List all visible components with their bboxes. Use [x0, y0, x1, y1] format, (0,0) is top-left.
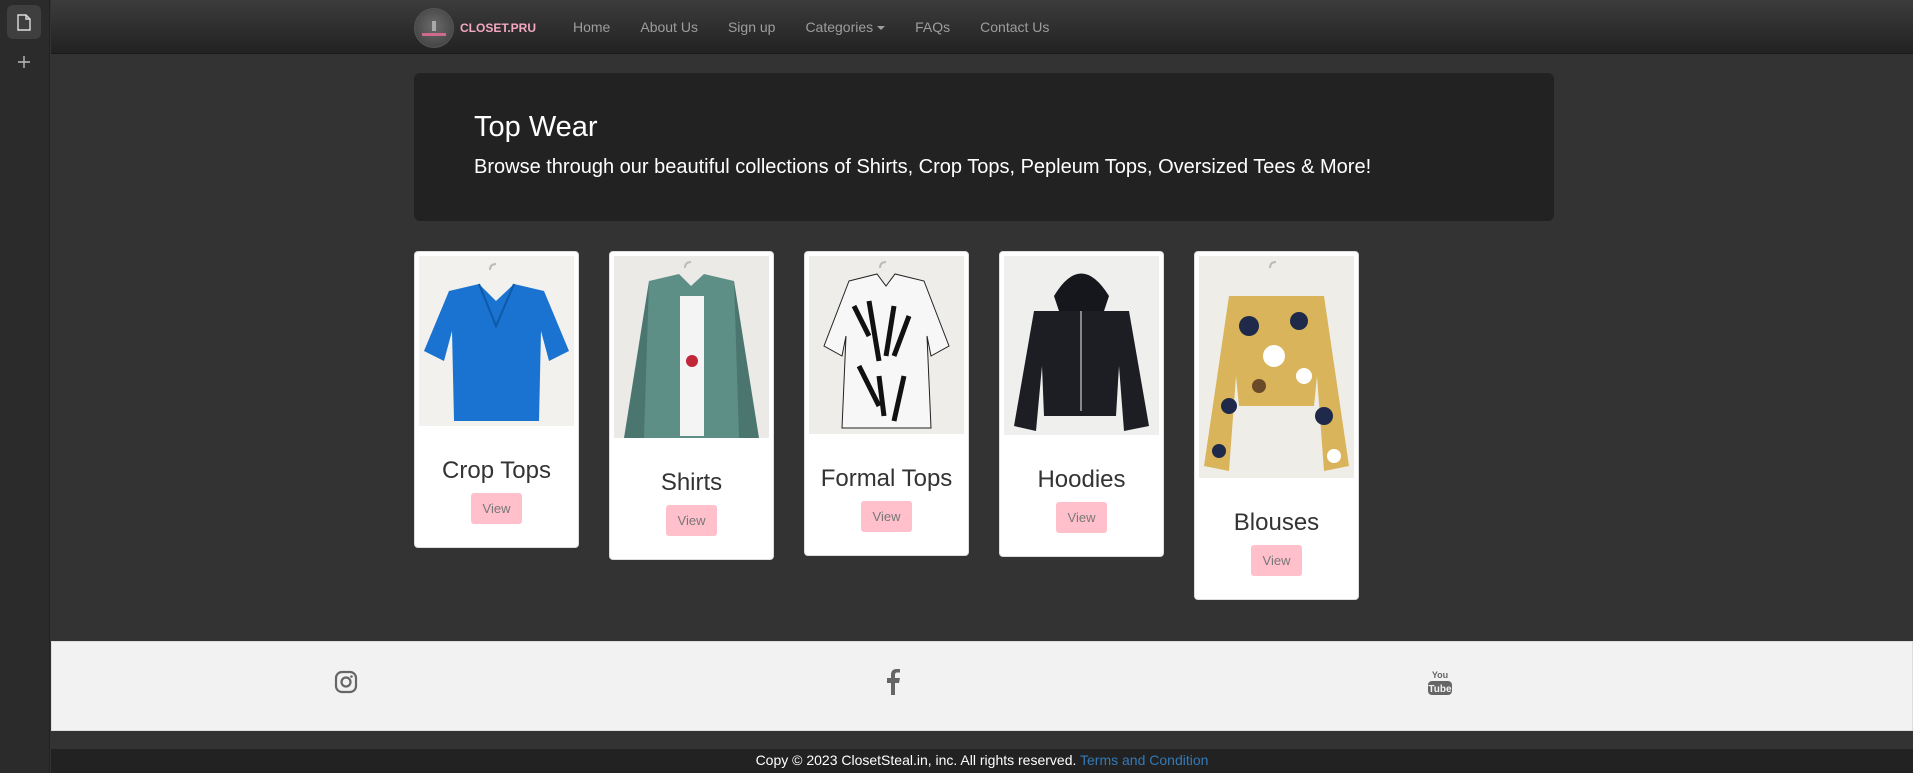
- blouse-image: [1199, 256, 1354, 478]
- main-nav: Home About Us Sign up Categories FAQs Co…: [558, 0, 1064, 54]
- app-sidebar: [0, 0, 50, 773]
- nav-about-us[interactable]: About Us: [625, 19, 713, 35]
- brand[interactable]: CLOSET.PRU: [414, 8, 536, 48]
- brand-logo: [414, 8, 454, 48]
- category-card-hoodies: Hoodies View: [999, 251, 1164, 557]
- nav-sign-up[interactable]: Sign up: [713, 19, 790, 35]
- nav-contact-us[interactable]: Contact Us: [965, 19, 1064, 35]
- card-title: Formal Tops: [820, 465, 953, 492]
- page-icon[interactable]: [7, 5, 41, 39]
- nav-faqs[interactable]: FAQs: [900, 19, 965, 35]
- svg-text:You: You: [1432, 670, 1448, 680]
- view-button[interactable]: View: [470, 493, 523, 524]
- category-card-shirts: Shirts View: [609, 251, 774, 560]
- page-title: Top Wear: [474, 111, 598, 143]
- card-title: Hoodies: [1037, 466, 1126, 493]
- caret-down-icon: [877, 26, 886, 31]
- shirt-image: [614, 256, 769, 438]
- category-card-blouses: Blouses View: [1194, 251, 1359, 600]
- hero-banner: Top Wear Browse through our beautiful co…: [414, 73, 1554, 221]
- hoodie-image: [1004, 256, 1159, 435]
- instagram-icon[interactable]: [332, 667, 360, 697]
- card-title: Blouses: [1233, 509, 1320, 536]
- view-button[interactable]: View: [1055, 502, 1108, 533]
- top-navbar: CLOSET.PRU Home About Us Sign up Categor…: [51, 0, 1913, 54]
- card-title: Shirts: [660, 469, 723, 496]
- view-button[interactable]: View: [665, 505, 718, 536]
- nav-categories-label: Categories: [805, 19, 874, 35]
- add-icon[interactable]: [7, 45, 41, 79]
- svg-text:Tube: Tube: [1428, 684, 1452, 695]
- category-card-formal-tops: Formal Tops View: [804, 251, 969, 556]
- nav-home[interactable]: Home: [558, 19, 625, 35]
- crop-top-image: [419, 256, 574, 426]
- nav-categories-dropdown[interactable]: Categories: [790, 19, 900, 35]
- brand-name: CLOSET.PRU: [460, 21, 537, 35]
- social-footer: You Tube: [51, 641, 1913, 731]
- page-subtitle: Browse through our beautiful collections…: [474, 156, 1372, 178]
- formal-top-image: [809, 256, 964, 434]
- facebook-icon[interactable]: [879, 667, 907, 697]
- terms-link[interactable]: Terms and Condition: [1080, 752, 1208, 768]
- copyright-bar: Copy © 2023 ClosetSteal.in, inc. All rig…: [51, 749, 1913, 773]
- view-button[interactable]: View: [1250, 545, 1303, 576]
- youtube-icon[interactable]: You Tube: [1426, 667, 1454, 697]
- copyright-text: Copy © 2023 ClosetSteal.in, inc. All rig…: [755, 752, 1077, 768]
- category-card-crop-tops: Crop Tops View: [414, 251, 579, 548]
- card-title: Crop Tops: [442, 457, 551, 484]
- view-button[interactable]: View: [860, 501, 913, 532]
